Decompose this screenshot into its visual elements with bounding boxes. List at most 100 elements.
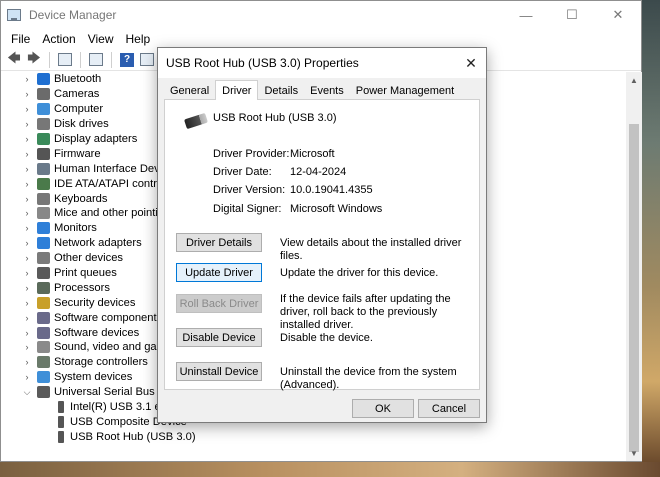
tab-details[interactable]: Details — [258, 82, 304, 100]
scroll-thumb[interactable] — [629, 124, 639, 452]
chevron-right-icon[interactable]: › — [21, 342, 33, 352]
sound-icon — [37, 341, 50, 354]
menu-help[interactable]: Help — [120, 32, 157, 46]
tree-item-label: Computer — [54, 103, 104, 116]
printer-icon — [37, 267, 50, 280]
toolbar-separator — [49, 51, 50, 68]
tree-item-label: Print queues — [54, 267, 117, 280]
window-title: Device Manager — [29, 8, 117, 22]
tree-item-label: Network adapters — [54, 237, 142, 250]
forward-arrow-icon[interactable]: 🡆 — [25, 50, 43, 69]
chevron-right-icon[interactable]: › — [21, 253, 33, 263]
uninstall-device-description: Uninstall the device from the system (Ad… — [280, 366, 457, 391]
roll-back-driver-button[interactable]: Roll Back Driver — [176, 294, 262, 313]
bluetooth-icon — [37, 73, 50, 86]
monitor-icon — [37, 222, 50, 235]
driver-details-button[interactable]: Driver Details — [176, 233, 262, 252]
dialog-tabs: General Driver Details Events Power Mana… — [164, 80, 460, 100]
tree-item-label: Bluetooth — [54, 73, 102, 86]
chevron-right-icon[interactable]: › — [21, 283, 33, 293]
storage-icon — [37, 356, 50, 369]
close-button[interactable]: ✕ — [595, 1, 641, 29]
desktop-background-bottom — [0, 462, 660, 477]
update-driver-description: Update the driver for this device. — [280, 267, 439, 279]
tree-item-label: Software devices — [54, 326, 140, 339]
chevron-right-icon[interactable]: › — [21, 268, 33, 278]
chevron-right-icon[interactable]: › — [21, 179, 33, 189]
hid-icon — [37, 162, 50, 175]
device-name: USB Root Hub (USB 3.0) — [213, 112, 337, 124]
other-devices-icon — [37, 252, 50, 265]
dialog-title-bar: USB Root Hub (USB 3.0) Properties ✕ — [158, 48, 486, 78]
tab-driver[interactable]: Driver — [215, 80, 259, 100]
driver-provider-label: Driver Provider: — [213, 148, 290, 160]
tab-events[interactable]: Events — [304, 82, 350, 100]
chevron-right-icon[interactable]: › — [21, 328, 33, 338]
chevron-right-icon[interactable]: › — [21, 372, 33, 382]
properties-grid-icon[interactable] — [56, 51, 74, 69]
chevron-right-icon[interactable]: › — [21, 119, 33, 129]
mouse-icon — [37, 207, 50, 220]
properties-dialog: USB Root Hub (USB 3.0) Properties ✕ Gene… — [157, 47, 487, 423]
vertical-scrollbar[interactable]: ▲ ▼ — [626, 72, 642, 461]
toolbar-separator — [111, 51, 112, 68]
ok-button[interactable]: OK — [352, 399, 414, 418]
chevron-right-icon[interactable]: › — [21, 74, 33, 84]
chevron-right-icon[interactable]: › — [21, 149, 33, 159]
minimize-button[interactable]: — — [503, 1, 549, 29]
console-icon[interactable] — [138, 51, 156, 69]
security-icon — [37, 296, 50, 309]
chevron-right-icon[interactable]: › — [21, 238, 33, 248]
digital-signer-label: Digital Signer: — [213, 203, 282, 215]
maximize-button[interactable]: ☐ — [549, 1, 595, 29]
chevron-right-icon[interactable]: › — [21, 223, 33, 233]
disable-device-button[interactable]: Disable Device — [176, 328, 262, 347]
menu-view[interactable]: View — [82, 32, 120, 46]
toolbar-separator — [80, 51, 81, 68]
tree-item-label: Other devices — [54, 252, 124, 265]
help-icon[interactable]: ? — [118, 51, 136, 69]
chevron-right-icon[interactable]: › — [21, 298, 33, 308]
usb-plug-icon — [183, 112, 209, 130]
chevron-down-icon[interactable]: ⌵ — [21, 387, 33, 398]
chevron-right-icon[interactable]: › — [21, 357, 33, 367]
back-arrow-icon[interactable]: 🡄 — [5, 50, 23, 69]
uninstall-device-button[interactable]: Uninstall Device — [176, 362, 262, 381]
chevron-right-icon[interactable]: › — [21, 164, 33, 174]
digital-signer-value: Microsoft Windows — [290, 203, 383, 215]
tree-child-item[interactable]: USB Root Hub (USB 3.0) — [1, 429, 626, 444]
cancel-button[interactable]: Cancel — [418, 399, 480, 418]
chevron-right-icon[interactable]: › — [21, 134, 33, 144]
chevron-right-icon[interactable]: › — [21, 194, 33, 204]
menu-file[interactable]: File — [5, 32, 36, 46]
chevron-right-icon[interactable]: › — [21, 313, 33, 323]
tab-power-management[interactable]: Power Management — [350, 82, 460, 100]
computer-icon — [37, 103, 50, 116]
tab-general[interactable]: General — [164, 82, 215, 100]
menu-action[interactable]: Action — [36, 32, 81, 46]
chevron-right-icon[interactable]: › — [21, 208, 33, 218]
tree-item-label: Display adapters — [54, 133, 138, 145]
update-driver-button[interactable]: Update Driver — [176, 263, 262, 282]
tree-item-label: Disk drives — [54, 118, 109, 131]
processor-icon — [37, 281, 50, 294]
tree-item-label: Cameras — [54, 88, 100, 101]
disk-icon — [37, 118, 50, 131]
properties-sheet-icon[interactable] — [87, 51, 105, 69]
usb-device-icon — [58, 415, 64, 428]
driver-version-label: Driver Version: — [213, 184, 286, 196]
camera-icon — [37, 88, 50, 101]
tree-item-label: Keyboards — [54, 192, 108, 205]
driver-tab-panel: USB Root Hub (USB 3.0) Driver Provider: … — [164, 99, 480, 391]
scroll-down-icon[interactable]: ▼ — [626, 445, 642, 461]
ide-icon — [37, 177, 50, 190]
chevron-right-icon[interactable]: › — [21, 89, 33, 99]
dialog-close-button[interactable]: ✕ — [456, 48, 486, 78]
desktop-background — [640, 0, 660, 477]
tree-item-label: Software components — [54, 311, 163, 324]
chevron-right-icon[interactable]: › — [21, 104, 33, 114]
scroll-up-icon[interactable]: ▲ — [626, 72, 642, 88]
system-icon — [37, 371, 50, 384]
roll-back-driver-description: If the device fails after updating the d… — [280, 293, 451, 331]
network-icon — [37, 237, 50, 250]
